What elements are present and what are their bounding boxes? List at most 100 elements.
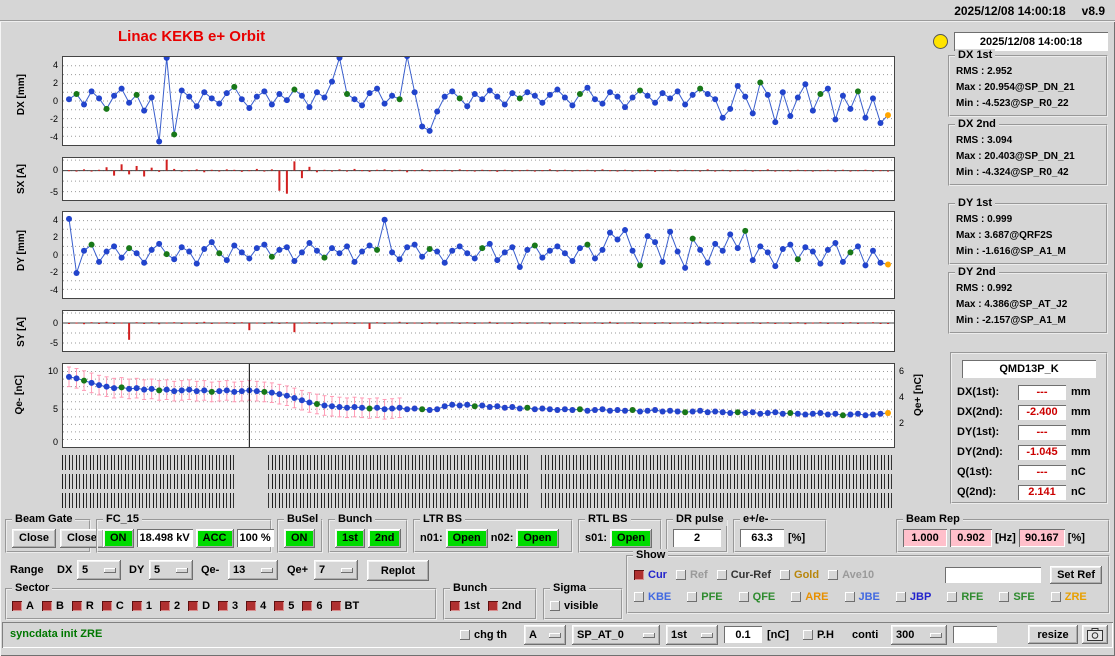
beam-rep-value-3: 90.167 (1018, 529, 1065, 547)
optionmenu-indicator-icon (104, 567, 116, 573)
sector-r-checkbox[interactable]: R (71, 600, 94, 612)
sector-a-checkbox[interactable]: A (12, 600, 34, 612)
show-gold-label: Gold (794, 569, 820, 581)
show-rfe-checkbox[interactable]: RFE (947, 591, 983, 603)
sector-c-checkbox[interactable]: C (101, 600, 124, 612)
set-ref-button[interactable]: Set Ref (1050, 566, 1102, 584)
bunch-2nd-button[interactable]: 2nd (367, 528, 402, 548)
show-ref-checkbox[interactable]: Ref (675, 569, 708, 581)
optionmenu-indicator-icon (176, 567, 188, 573)
show-pfe-checkbox[interactable]: PFE (687, 591, 723, 603)
dr-pulse-title: DR pulse (673, 513, 727, 526)
checkbox-indicator (302, 601, 313, 611)
sector-4-checkbox[interactable]: 4 (246, 600, 266, 612)
threshold-input[interactable]: 0.1 (724, 626, 762, 643)
bunch-2nd-checkbox[interactable]: 2nd (487, 600, 521, 612)
strip-gap (236, 452, 267, 508)
sector-b-checkbox[interactable]: B (41, 600, 64, 612)
range-dy-select[interactable]: 5 (149, 560, 193, 580)
show-jbp-checkbox[interactable]: JBP (895, 591, 931, 603)
bunch-1st-checkbox[interactable]: 1st (450, 600, 480, 612)
sigma-group: Sigma visible (543, 582, 623, 620)
show-jbe-label: JBE (858, 591, 880, 603)
show-zre-checkbox[interactable]: ZRE (1050, 591, 1087, 603)
bunch-select[interactable]: 1st (666, 625, 718, 645)
range-dx-select[interactable]: 5 (77, 560, 121, 580)
ratio-field[interactable]: 63.3 (740, 529, 784, 547)
chg-th-checkbox[interactable]: chg th (460, 629, 507, 641)
monitor-name-select[interactable]: QMD13P_K (962, 360, 1096, 378)
ratio-title: e+/e- (740, 513, 772, 526)
beam-gate-close-1-button[interactable]: Close (12, 528, 56, 548)
extra-input[interactable] (953, 626, 997, 643)
sx-axis-label: SX [A] (16, 164, 27, 194)
monitor-row-label: Q(2nd): (957, 486, 997, 498)
sector-bt-checkbox[interactable]: BT (330, 600, 359, 612)
ph-checkbox[interactable]: P.H (803, 629, 834, 641)
dx-axis-label: DX [mm] (16, 74, 27, 116)
snapshot-button[interactable] (1082, 625, 1108, 644)
ltr-n01-open-button[interactable]: Open (445, 528, 488, 548)
max-value: Max : 20.403@SP_DN_21 (956, 151, 1075, 162)
show-ave10-checkbox[interactable]: Ave10 (828, 569, 874, 581)
bunch-1st-button[interactable]: 1st (335, 528, 365, 548)
checkbox-indicator (803, 630, 813, 640)
checkbox-indicator (246, 601, 257, 611)
ltr-n02-label: n02: (490, 532, 514, 544)
status-lamp (933, 34, 948, 49)
show-kbe-checkbox[interactable]: KBE (634, 591, 671, 603)
ref-name-input[interactable] (945, 567, 1042, 583)
range-qe-minus-select[interactable]: 13 (228, 560, 278, 580)
fc15-on-button[interactable]: ON (103, 528, 134, 548)
show-qfe-label: QFE (752, 591, 776, 603)
ratio-unit: [%] (788, 532, 806, 544)
sector-select[interactable]: A (524, 625, 566, 645)
dy-2nd-stats-group: DY 2nd RMS : 0.992 Max : 4.386@SP_AT_J2 … (948, 266, 1108, 334)
fc15-percent-field[interactable]: 100 % (236, 529, 274, 547)
optionmenu-indicator-icon (341, 567, 353, 573)
fc15-group: FC_15 ON 18.498 kV ACC 100 % (96, 513, 274, 553)
show-qfe-checkbox[interactable]: QFE (738, 591, 776, 603)
optionmenu-indicator-icon (261, 567, 273, 573)
interval-select[interactable]: 300 (891, 625, 947, 645)
dy-axis-ticks: 4 2 0 -2 -4 (38, 211, 58, 299)
rtl-s01-open-button[interactable]: Open (610, 528, 653, 548)
dy-1st-stats-group: DY 1st RMS : 0.999 Max : 3.687@QRF2S Min… (948, 197, 1108, 265)
sector-1-checkbox[interactable]: 1 (131, 600, 152, 612)
beam-rep-value-2: 0.902 (950, 529, 992, 547)
busel-on-button[interactable]: ON (284, 528, 315, 548)
show-jbe-checkbox[interactable]: JBE (844, 591, 880, 603)
max-value: Max : 20.954@SP_DN_21 (956, 82, 1075, 93)
sector-2-checkbox[interactable]: 2 (159, 600, 180, 612)
bpm-select[interactable]: SP_AT_0 (572, 625, 660, 645)
ratio-group: e+/e- 63.3 [%] (733, 513, 827, 553)
show-gold-checkbox[interactable]: Gold (780, 569, 819, 581)
q-axis-ticks: 10 5 0 (36, 363, 58, 448)
monitor-row-label: DY(1st): (957, 426, 1000, 438)
checkbox-indicator (844, 592, 855, 602)
resize-button[interactable]: resize (1028, 625, 1078, 644)
q-minus-axis-label: Qe- [nC] (14, 375, 25, 415)
sector-6-checkbox[interactable]: 6 (302, 600, 323, 612)
ltr-n02-open-button[interactable]: Open (516, 528, 559, 548)
beam-rep-unit-hz: [Hz] (995, 532, 1016, 544)
sector-5-checkbox[interactable]: 5 (274, 600, 294, 612)
show-sfe-checkbox[interactable]: SFE (999, 591, 1035, 603)
range-dx-label: DX (57, 564, 73, 576)
sector-3-checkbox[interactable]: 3 (218, 600, 238, 612)
show-cur-checkbox[interactable]: Cur (634, 569, 667, 581)
monitor-row-value: -2.400 (1018, 404, 1066, 420)
replot-button[interactable]: Replot (367, 560, 429, 581)
bunch-title: Bunch (335, 513, 376, 526)
fc15-voltage-field[interactable]: 18.498 kV (136, 529, 193, 547)
range-qe-plus-select[interactable]: 7 (314, 560, 358, 580)
sector-d-checkbox[interactable]: D (188, 600, 210, 612)
monitor-row-value: --- (1018, 424, 1066, 440)
monitor-row-value: --- (1018, 384, 1066, 400)
show-cur-ref-checkbox[interactable]: Cur-Ref (716, 569, 771, 581)
fc15-acc-button[interactable]: ACC (195, 528, 234, 548)
sigma-visible-checkbox[interactable]: visible (550, 600, 598, 612)
monitor-row-value: 2.141 (1018, 484, 1066, 500)
dr-pulse-field[interactable]: 2 (673, 529, 721, 547)
show-are-checkbox[interactable]: ARE (791, 591, 829, 603)
